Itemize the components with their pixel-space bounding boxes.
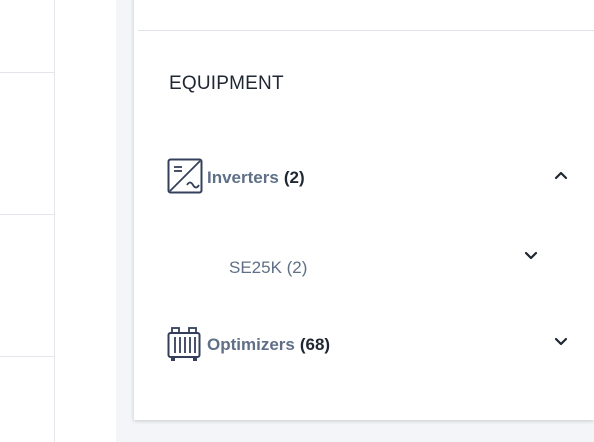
optimizers-row[interactable]: Optimizers (68) bbox=[167, 325, 330, 365]
chevron-down-icon[interactable] bbox=[552, 333, 570, 351]
left-panel-divider bbox=[0, 72, 54, 73]
chevron-up-icon[interactable] bbox=[552, 166, 570, 184]
inverters-count: (2) bbox=[283, 168, 305, 187]
equipment-title: EQUIPMENT bbox=[169, 73, 284, 94]
inverters-label: Inverters bbox=[207, 168, 279, 187]
left-panel-divider bbox=[0, 356, 54, 357]
optimizer-icon bbox=[167, 325, 207, 365]
chevron-down-icon[interactable] bbox=[522, 247, 540, 265]
optimizers-count: (68) bbox=[299, 335, 331, 354]
optimizers-label: Optimizers bbox=[207, 335, 295, 354]
inverter-icon bbox=[167, 158, 207, 198]
content-background-bottom bbox=[116, 420, 594, 442]
inverter-model-item[interactable]: SE25K (2) bbox=[229, 258, 307, 278]
left-panel bbox=[0, 0, 55, 442]
left-panel-divider bbox=[0, 214, 54, 215]
inverters-row[interactable]: Inverters (2) bbox=[167, 158, 305, 198]
page: EQUIPMENT Inverters (2) SE25K (2) Optimi… bbox=[0, 0, 594, 442]
card-divider bbox=[138, 30, 594, 31]
